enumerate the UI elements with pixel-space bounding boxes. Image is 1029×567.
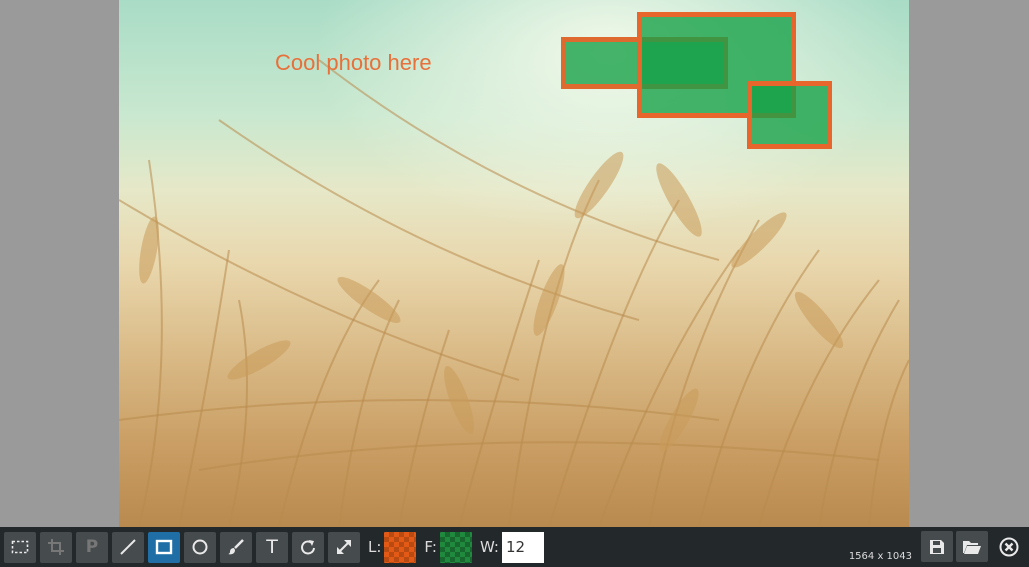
ellipse-tool-button[interactable] xyxy=(184,531,216,563)
crop-icon xyxy=(47,538,65,556)
rectangle-tool-button[interactable] xyxy=(148,531,180,563)
brush-tool-button[interactable] xyxy=(220,531,252,563)
fill-color-swatch[interactable] xyxy=(439,531,472,563)
text-icon: T xyxy=(266,536,278,558)
crop-tool-button[interactable] xyxy=(40,531,72,563)
select-tool-button[interactable] xyxy=(4,531,36,563)
close-button[interactable] xyxy=(993,531,1025,562)
rotate-icon xyxy=(299,538,317,556)
width-label: W: xyxy=(479,538,499,556)
brush-icon xyxy=(227,538,245,556)
close-icon xyxy=(999,537,1019,557)
select-icon xyxy=(11,539,29,555)
pixelate-icon: P xyxy=(85,537,99,557)
fill-color-label: F: xyxy=(424,538,437,556)
text-tool-button[interactable]: T xyxy=(256,531,288,563)
rectangle-shape[interactable] xyxy=(747,81,832,149)
save-icon xyxy=(928,538,946,556)
line-color-label: L: xyxy=(368,538,382,556)
line-color-swatch[interactable] xyxy=(384,531,417,563)
overlay-text[interactable]: Cool photo here xyxy=(275,50,432,76)
folder-open-icon xyxy=(962,538,982,556)
resize-tool-button[interactable] xyxy=(328,531,360,563)
line-tool-button[interactable] xyxy=(112,531,144,563)
editor-toolbar: P T L: F: W: 1564 x 1043 xyxy=(0,527,1029,567)
resize-icon xyxy=(335,538,353,556)
rectangle-icon xyxy=(155,539,173,555)
stroke-width-input[interactable] xyxy=(501,531,544,563)
save-button[interactable] xyxy=(921,531,953,562)
canvas-area[interactable]: Cool photo here xyxy=(0,0,1029,527)
rotate-tool-button[interactable] xyxy=(292,531,324,563)
pixelate-tool-button[interactable]: P xyxy=(76,531,108,563)
ellipse-icon xyxy=(191,538,209,556)
line-icon xyxy=(119,538,137,556)
image-size-readout: 1564 x 1043 xyxy=(848,551,912,562)
open-button[interactable] xyxy=(956,531,988,562)
wheat-photo[interactable]: Cool photo here xyxy=(119,0,909,527)
